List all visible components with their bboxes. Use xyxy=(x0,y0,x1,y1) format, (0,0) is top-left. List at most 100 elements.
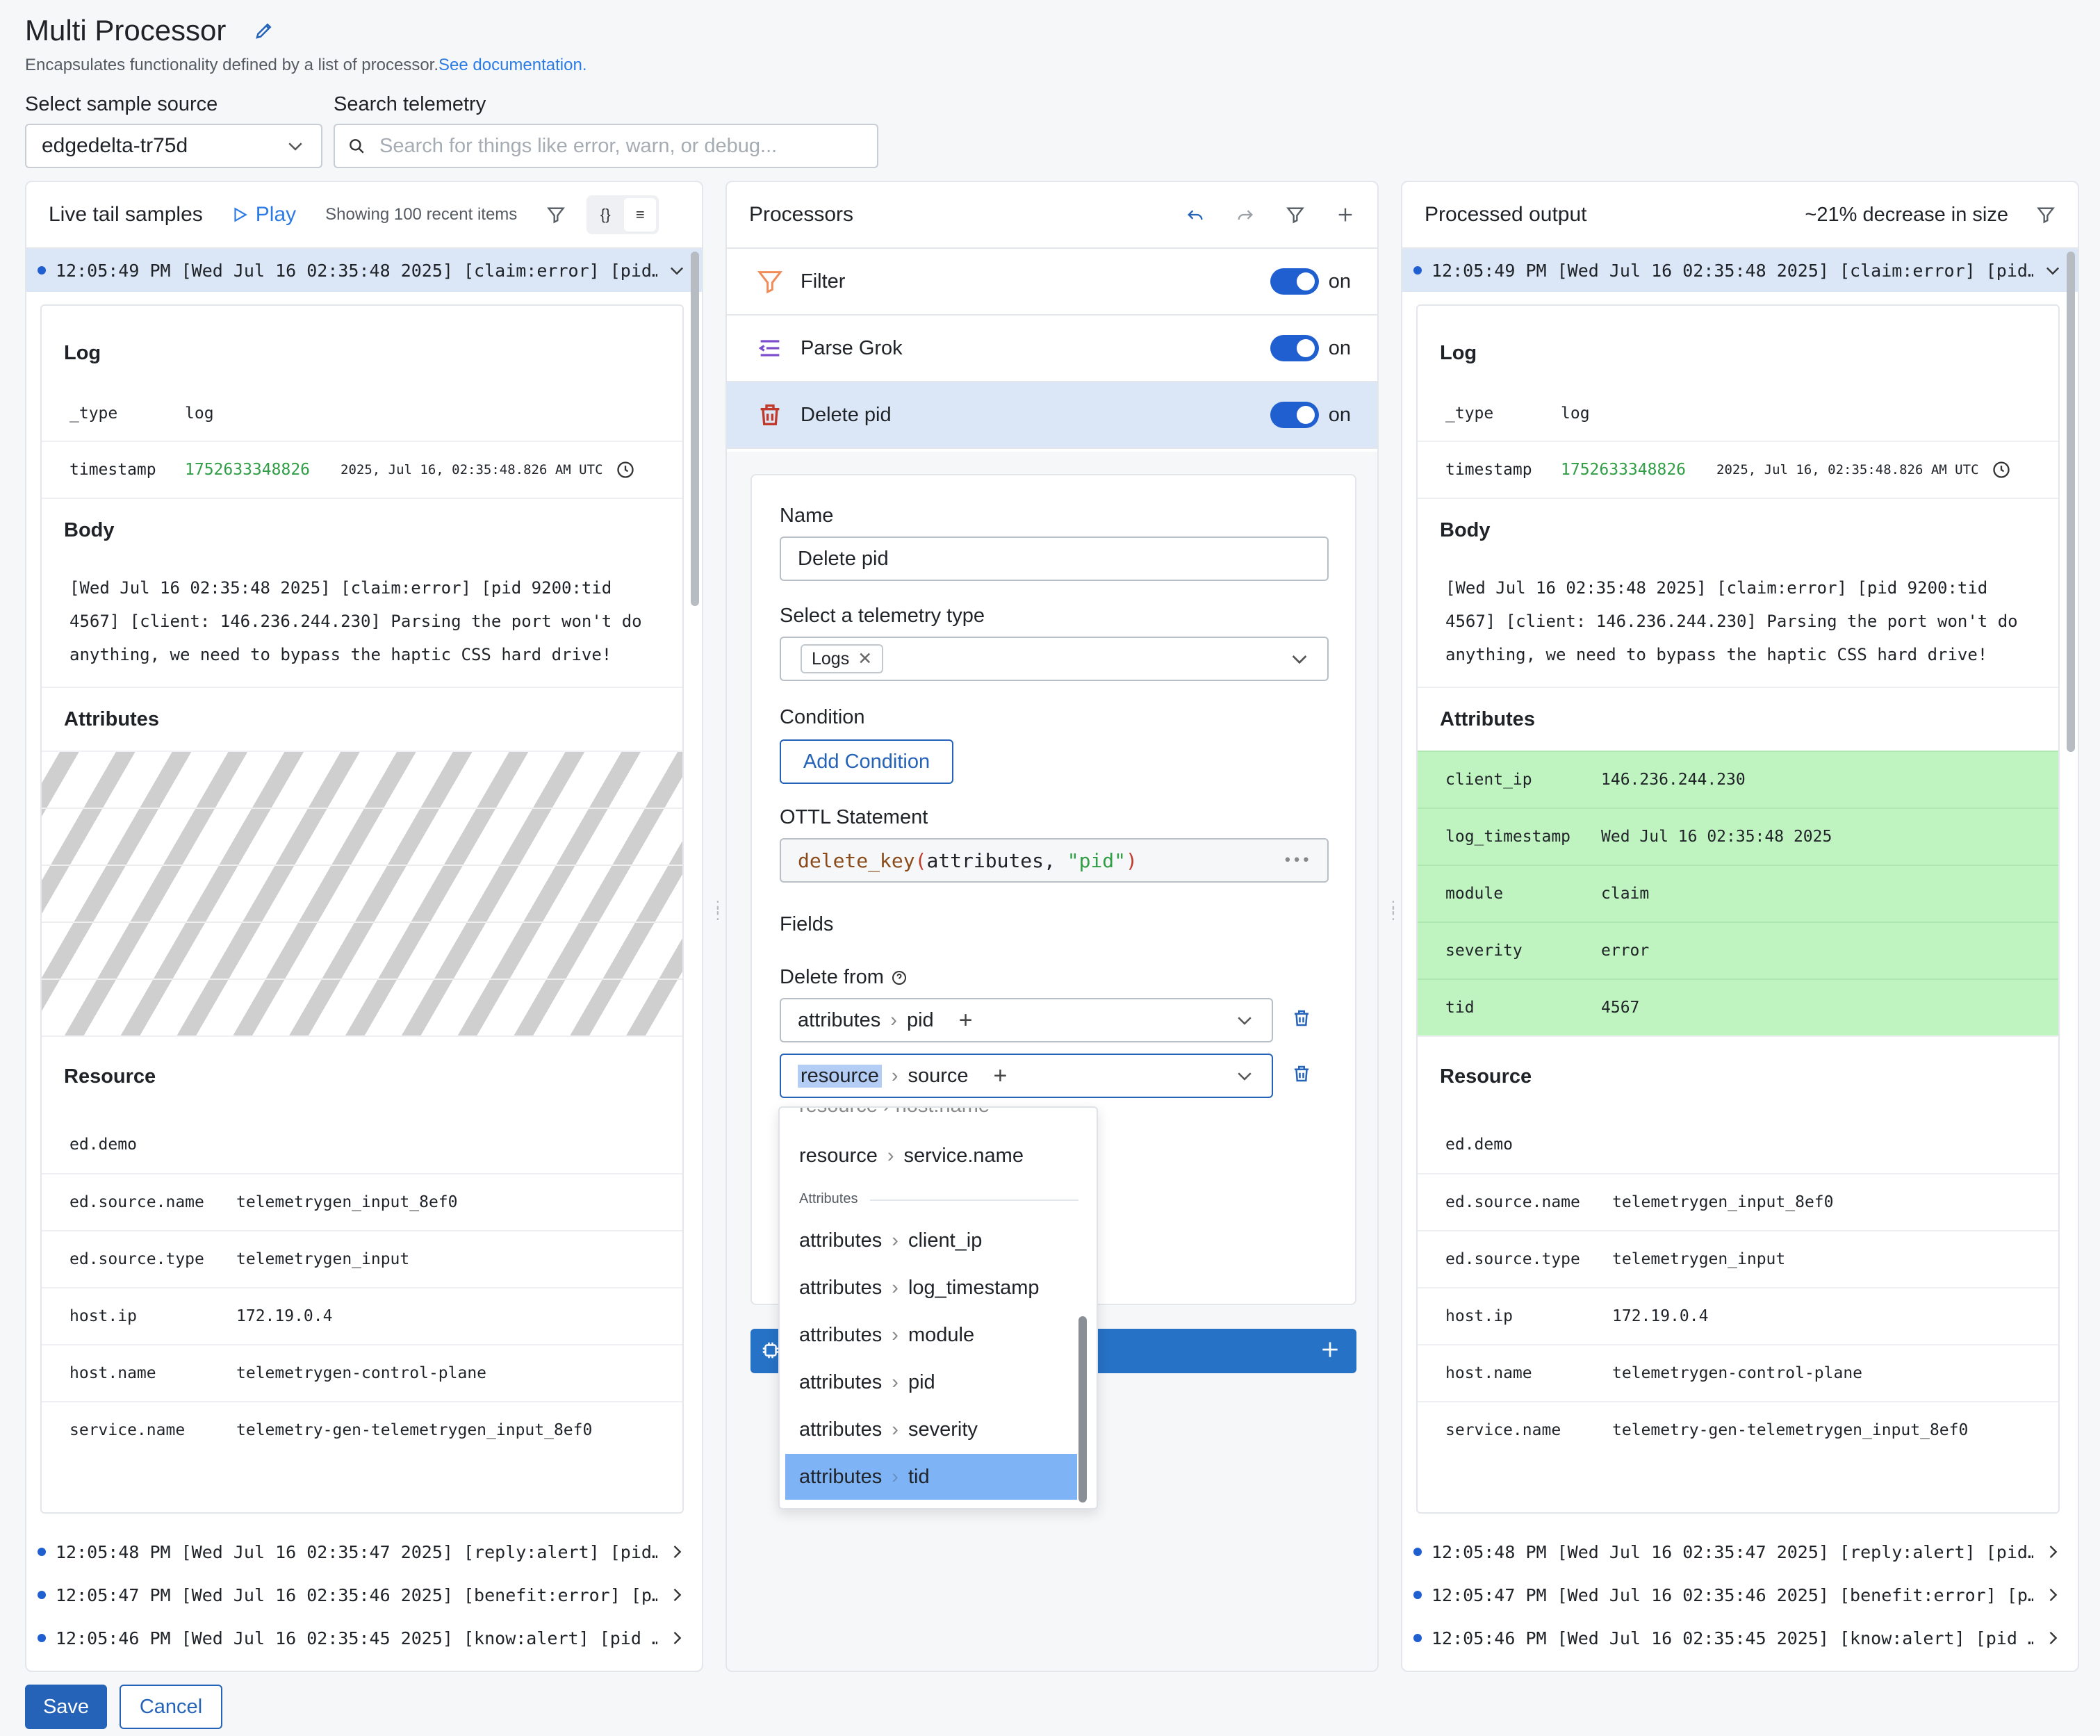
log-section-title: Log xyxy=(1440,341,1477,364)
left-scrollbar[interactable] xyxy=(691,252,699,606)
resource-row: ed.demo xyxy=(69,1136,137,1154)
output-row-selected[interactable]: 12:05:49 PM [Wed Jul 16 02:35:48 2025] [… xyxy=(1402,249,2078,292)
chevron-down-icon xyxy=(1234,1065,1255,1086)
json-view-icon[interactable]: {} xyxy=(589,198,621,231)
body-section-title: Body xyxy=(42,498,682,562)
dropdown-scrollbar[interactable] xyxy=(1078,1316,1087,1502)
output-row[interactable]: 12:05:48 PM [Wed Jul 16 02:35:47 2025] [… xyxy=(1402,1530,2078,1573)
right-scrollbar[interactable] xyxy=(2067,252,2075,752)
attributes-removed-placeholder xyxy=(42,751,682,1035)
delete-from-label: Delete from xyxy=(780,966,908,989)
chevron-down-icon xyxy=(1234,1010,1255,1031)
cancel-button[interactable]: Cancel xyxy=(120,1685,222,1729)
body-text: [Wed Jul 16 02:35:48 2025] [claim:error]… xyxy=(69,578,642,664)
chevron-right-icon: › xyxy=(892,1276,899,1299)
attribute-row: client_ip 146.236.244.230 xyxy=(1418,751,2058,808)
undo-icon[interactable] xyxy=(1186,205,1205,224)
ottl-statement-input[interactable]: delete_key(attributes, "pid") ••• xyxy=(780,838,1329,883)
resource-row: host.ip 172.19.0.4 xyxy=(1418,1287,2058,1344)
sample-source-select[interactable]: edgedelta-tr75d xyxy=(25,124,322,168)
delete-field-2-icon[interactable] xyxy=(1291,1063,1312,1084)
clock-icon xyxy=(1992,460,2011,480)
processor-parse-grok[interactable]: Parse Grok on xyxy=(727,316,1377,382)
delete-from-path-1[interactable]: attributes › pid + xyxy=(780,998,1273,1042)
attributes-section-title: Attributes xyxy=(42,687,682,751)
dropdown-item-tid[interactable]: attributes › tid xyxy=(785,1454,1077,1500)
right-resize-handle[interactable]: ⋮ ⋮ xyxy=(1386,899,1401,945)
resource-row: ed.source.name telemetrygen_input_8ef0 xyxy=(1418,1173,2058,1230)
clock-icon xyxy=(616,460,635,480)
delete-pid-toggle[interactable] xyxy=(1270,402,1319,428)
dropdown-item-module[interactable]: attributes › module xyxy=(785,1312,1077,1358)
search-icon xyxy=(347,137,366,155)
save-button[interactable]: Save xyxy=(25,1685,107,1729)
resource-row: ed.demo xyxy=(1445,1136,1513,1154)
funnel-icon xyxy=(756,268,784,295)
documentation-link[interactable]: See documentation. xyxy=(438,56,586,74)
filter-icon[interactable] xyxy=(1286,205,1305,224)
filter-icon[interactable] xyxy=(546,205,566,224)
processors-header: Processors xyxy=(727,182,1377,249)
dropdown-item-client-ip[interactable]: attributes › client_ip xyxy=(785,1218,1077,1263)
output-row[interactable]: 12:05:47 PM [Wed Jul 16 02:35:46 2025] [… xyxy=(1402,1573,2078,1616)
field-path-dropdown: resource › host.name resource›service.na… xyxy=(778,1106,1098,1509)
processor-delete-pid[interactable]: Delete pid on xyxy=(727,382,1377,449)
left-resize-handle[interactable]: ⋮ ⋮ xyxy=(710,899,725,945)
pencil-icon[interactable] xyxy=(254,20,274,41)
plus-icon[interactable] xyxy=(1319,1338,1341,1364)
chevron-right-icon: › xyxy=(892,1465,899,1488)
telemetry-type-select[interactable]: Logs ✕ xyxy=(780,637,1329,681)
play-button[interactable]: Play xyxy=(231,203,296,227)
telemetry-type-label: Select a telemetry type xyxy=(780,605,985,627)
type-row: _type log xyxy=(1445,404,1590,423)
sample-row-selected[interactable]: 12:05:49 PM [Wed Jul 16 02:35:48 2025] [… xyxy=(26,249,702,292)
live-tail-header: Live tail samples Play Showing 100 recen… xyxy=(26,182,702,249)
resource-section-title: Resource xyxy=(1418,1035,2058,1116)
processed-output-panel: Processed output ~21% decrease in size 1… xyxy=(1401,181,2079,1672)
chevron-right-icon: › xyxy=(891,1064,899,1087)
add-path-icon[interactable]: + xyxy=(994,1063,1008,1090)
name-input[interactable]: Delete pid xyxy=(780,537,1329,581)
size-change: ~21% decrease in size xyxy=(1805,203,2008,226)
dropdown-item-log-timestamp[interactable]: attributes › log_timestamp xyxy=(785,1265,1077,1311)
help-icon[interactable] xyxy=(891,969,908,986)
filter-toggle[interactable] xyxy=(1270,268,1319,295)
resource-row: ed.source.type telemetrygen_input xyxy=(1418,1230,2058,1287)
redo-icon[interactable] xyxy=(1236,205,1255,224)
search-input[interactable] xyxy=(379,134,864,158)
logs-chip: Logs ✕ xyxy=(801,644,884,673)
resource-row: ed.source.type telemetrygen_input xyxy=(42,1230,682,1287)
dropdown-item-service-name[interactable]: resource › service.name xyxy=(785,1133,1077,1179)
chevron-down-icon xyxy=(2043,261,2062,280)
chevron-right-icon xyxy=(667,1585,687,1605)
more-icon[interactable]: ••• xyxy=(1283,852,1311,869)
log-detail: Log _type log timestamp 1752633348826 20… xyxy=(40,304,684,1514)
sample-row[interactable]: 12:05:47 PM [Wed Jul 16 02:35:46 2025] [… xyxy=(26,1573,702,1616)
dropdown-item-partial[interactable]: resource › host.name xyxy=(785,1108,1077,1129)
chevron-right-icon: › xyxy=(892,1229,899,1252)
attribute-row: log_timestamp Wed Jul 16 02:35:48 2025 xyxy=(1418,808,2058,865)
processor-filter[interactable]: Filter on xyxy=(727,249,1377,316)
status-dot xyxy=(38,266,46,275)
dropdown-item-pid[interactable]: attributes › pid xyxy=(785,1359,1077,1405)
condition-label: Condition xyxy=(780,706,865,728)
dropdown-group-attributes: Attributes xyxy=(799,1191,858,1206)
sample-row[interactable]: 12:05:48 PM [Wed Jul 16 02:35:47 2025] [… xyxy=(26,1530,702,1573)
chevron-right-icon: › xyxy=(890,1008,897,1031)
resource-row: ed.source.name telemetrygen_input_8ef0 xyxy=(42,1173,682,1230)
dropdown-item-severity[interactable]: attributes › severity xyxy=(785,1407,1077,1452)
parse-grok-toggle[interactable] xyxy=(1270,335,1319,361)
chevron-right-icon xyxy=(667,1542,687,1562)
delete-field-1-icon[interactable] xyxy=(1291,1008,1312,1029)
close-icon[interactable]: ✕ xyxy=(858,648,872,669)
chevron-right-icon xyxy=(2043,1585,2062,1605)
add-condition-button[interactable]: Add Condition xyxy=(780,739,953,784)
delete-from-path-2[interactable]: resource › source + xyxy=(780,1054,1273,1098)
add-path-icon[interactable]: + xyxy=(959,1007,973,1034)
chevron-right-icon: › xyxy=(887,1144,894,1167)
sample-row[interactable]: 12:05:46 PM [Wed Jul 16 02:35:45 2025] [… xyxy=(26,1616,702,1660)
filter-icon[interactable] xyxy=(2036,205,2056,224)
output-row[interactable]: 12:05:46 PM [Wed Jul 16 02:35:45 2025] [… xyxy=(1402,1616,2078,1660)
add-processor-icon[interactable] xyxy=(1336,205,1355,224)
list-view-icon[interactable]: ≡ xyxy=(624,198,657,231)
